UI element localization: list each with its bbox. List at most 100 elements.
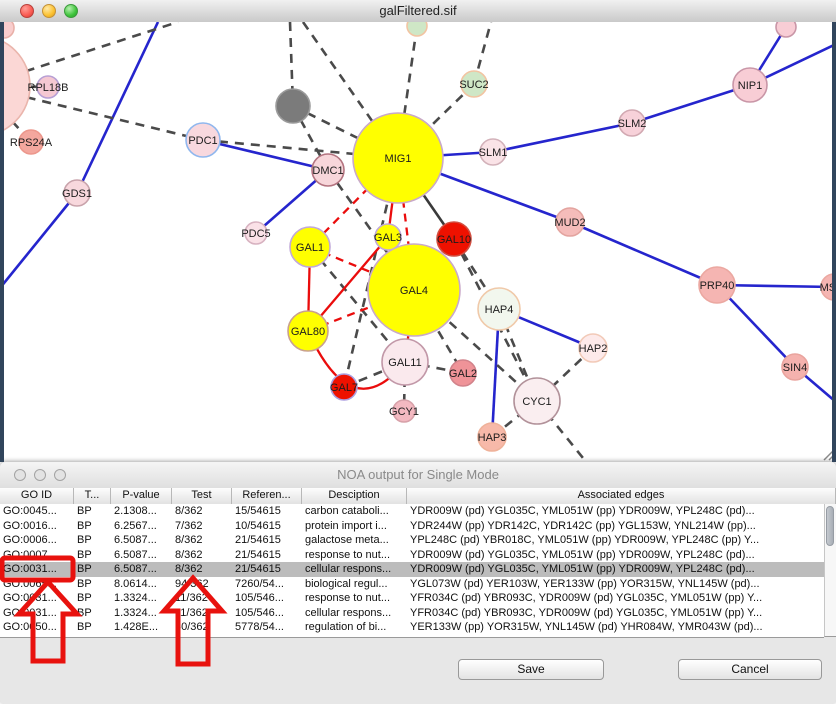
node-label-GAL4: GAL4: [400, 285, 428, 297]
cell: YFR034C (pd) YBR093C, YDR009W (pd) YGL03…: [407, 591, 824, 606]
column-header-go-id[interactable]: GO ID: [0, 488, 74, 504]
network-view-border-right: [832, 22, 836, 462]
edge-pp[interactable]: [77, 22, 158, 193]
edge-pp[interactable]: [0, 193, 77, 288]
network-canvas[interactable]: RPL18BRPS24AGDS1PDC1DMC1MIG1SUC2SLM1SLM2…: [0, 22, 836, 462]
cell: cellular respons...: [302, 562, 407, 577]
column-header-associated-edges[interactable]: Associated edges: [407, 488, 836, 504]
cell: YFR034C (pd) YBR093C, YDR009W (pd) YGL03…: [407, 606, 824, 621]
cell: YER133W (pp) YOR315W, YNL145W (pd) YHR08…: [407, 620, 824, 635]
screen: galFiltered.sif RPL18BRPS24AGDS1PDC1DMC1…: [0, 0, 836, 704]
node-gray1[interactable]: [276, 89, 310, 123]
edge-pp[interactable]: [570, 222, 717, 285]
node-label-NIP1: NIP1: [738, 80, 762, 92]
table-row[interactable]: GO:0006...BP6.5087...8/36221/54615galact…: [0, 533, 824, 548]
cell: 8/362: [172, 504, 232, 519]
cell: 21/54615: [232, 562, 302, 577]
node-label-PRP40: PRP40: [700, 280, 735, 292]
cell: GO:0031...: [0, 591, 74, 606]
cell: 11/362: [172, 606, 232, 621]
cell: response to nut...: [302, 548, 407, 563]
column-header-desciption[interactable]: Desciption: [302, 488, 407, 504]
cell: 94/362: [172, 577, 232, 592]
column-header-t-[interactable]: T...: [74, 488, 111, 504]
cell: BP: [74, 577, 111, 592]
column-header-p-value[interactable]: P-value: [111, 488, 172, 504]
cell: 21/54615: [232, 533, 302, 548]
scrollbar-thumb[interactable]: [826, 506, 834, 546]
cancel-button[interactable]: Cancel: [678, 659, 822, 680]
table-row[interactable]: GO:0007...BP6.5087...8/36221/54615respon…: [0, 548, 824, 563]
noa-titlebar[interactable]: NOA output for Single Mode: [0, 462, 836, 489]
node-label-RPS24A: RPS24A: [10, 137, 53, 149]
cell: galactose meta...: [302, 533, 407, 548]
node-label-MUD2: MUD2: [554, 217, 585, 229]
cell: 5778/54...: [232, 620, 302, 635]
network-titlebar[interactable]: galFiltered.sif: [0, 0, 836, 23]
cell: 105/546...: [232, 606, 302, 621]
noa-window: NOA output for Single Mode GO IDT...P-va…: [0, 462, 836, 704]
cell: 8/362: [172, 533, 232, 548]
network-window-title: galFiltered.sif: [0, 0, 836, 22]
node-label-GAL80: GAL80: [291, 326, 325, 338]
node-label-GAL1: GAL1: [296, 242, 324, 254]
cell: biological regul...: [302, 577, 407, 592]
node-label-CYC1: CYC1: [522, 396, 551, 408]
cell: GO:0031...: [0, 562, 74, 577]
node-label-GAL3: GAL3: [374, 232, 402, 244]
column-header-test[interactable]: Test: [172, 488, 232, 504]
table-row[interactable]: GO:0050...BP1.428E...80/3625778/54...reg…: [0, 620, 824, 635]
cell: GO:0031...: [0, 606, 74, 621]
node-bigleft[interactable]: [0, 36, 30, 136]
cell: BP: [74, 591, 111, 606]
column-header-referen-[interactable]: Referen...: [232, 488, 302, 504]
cell: GO:0065...: [0, 577, 74, 592]
table-row[interactable]: GO:0016...BP6.2567...7/36210/54615protei…: [0, 519, 824, 534]
cell: GO:0045...: [0, 504, 74, 519]
cell: GO:0007...: [0, 548, 74, 563]
cell: GO:0006...: [0, 533, 74, 548]
node-label-SLM2: SLM2: [618, 118, 647, 130]
cell: response to nut...: [302, 591, 407, 606]
cell: 11/362: [172, 591, 232, 606]
node-label-SIN4: SIN4: [783, 362, 807, 374]
cell: YPL248C (pd) YBR018C, YML051W (pp) YDR00…: [407, 533, 824, 548]
node-label-PDC1: PDC1: [188, 135, 217, 147]
cell: 80/362: [172, 620, 232, 635]
cell: carbon cataboli...: [302, 504, 407, 519]
node-label-GAL2: GAL2: [449, 368, 477, 380]
node-label-HAP3: HAP3: [478, 432, 507, 444]
table-header-row: GO IDT...P-valueTestReferen...Desciption…: [0, 488, 836, 505]
cell: regulation of bi...: [302, 620, 407, 635]
node-label-DMC1: DMC1: [312, 165, 343, 177]
cell: 21/54615: [232, 548, 302, 563]
edge-pp[interactable]: [203, 140, 328, 170]
table-row[interactable]: GO:0031...BP1.3324...11/362105/546...cel…: [0, 606, 824, 621]
node-label-SUC2: SUC2: [459, 79, 488, 91]
cell: 6.5087...: [111, 562, 172, 577]
cell: 8.0614...: [111, 577, 172, 592]
table-body[interactable]: GO:0045...BP2.1308...8/36215/54615carbon…: [0, 504, 824, 638]
cell: 1.3324...: [111, 591, 172, 606]
node-label-GCY1: GCY1: [389, 406, 419, 418]
network-view-border-left: [0, 22, 4, 462]
node-toppink[interactable]: [776, 22, 796, 37]
save-button[interactable]: Save: [458, 659, 604, 680]
table-row[interactable]: GO:0045...BP2.1308...8/36215/54615carbon…: [0, 504, 824, 519]
vertical-scrollbar[interactable]: [824, 504, 836, 637]
cell: 6.5087...: [111, 533, 172, 548]
edge-pp[interactable]: [493, 123, 632, 152]
node-label-RPL18B: RPL18B: [28, 82, 69, 94]
cell: GO:0050...: [0, 620, 74, 635]
cell: 105/546...: [232, 591, 302, 606]
node-label-SLM1: SLM1: [479, 147, 508, 159]
network-window: galFiltered.sif RPL18BRPS24AGDS1PDC1DMC1…: [0, 0, 836, 462]
edge-pp[interactable]: [632, 85, 750, 123]
node-label-GAL11: GAL11: [388, 357, 421, 369]
node-label-MIG1: MIG1: [385, 153, 412, 165]
table-row[interactable]: GO:0065...BP8.0614...94/3627260/54...bio…: [0, 577, 824, 592]
table-row[interactable]: GO:0031...BP6.5087...8/36221/54615cellul…: [0, 562, 824, 577]
node-topgreen[interactable]: [407, 22, 427, 36]
table-row[interactable]: GO:0031...BP1.3324...11/362105/546...res…: [0, 591, 824, 606]
cell: 6.5087...: [111, 548, 172, 563]
